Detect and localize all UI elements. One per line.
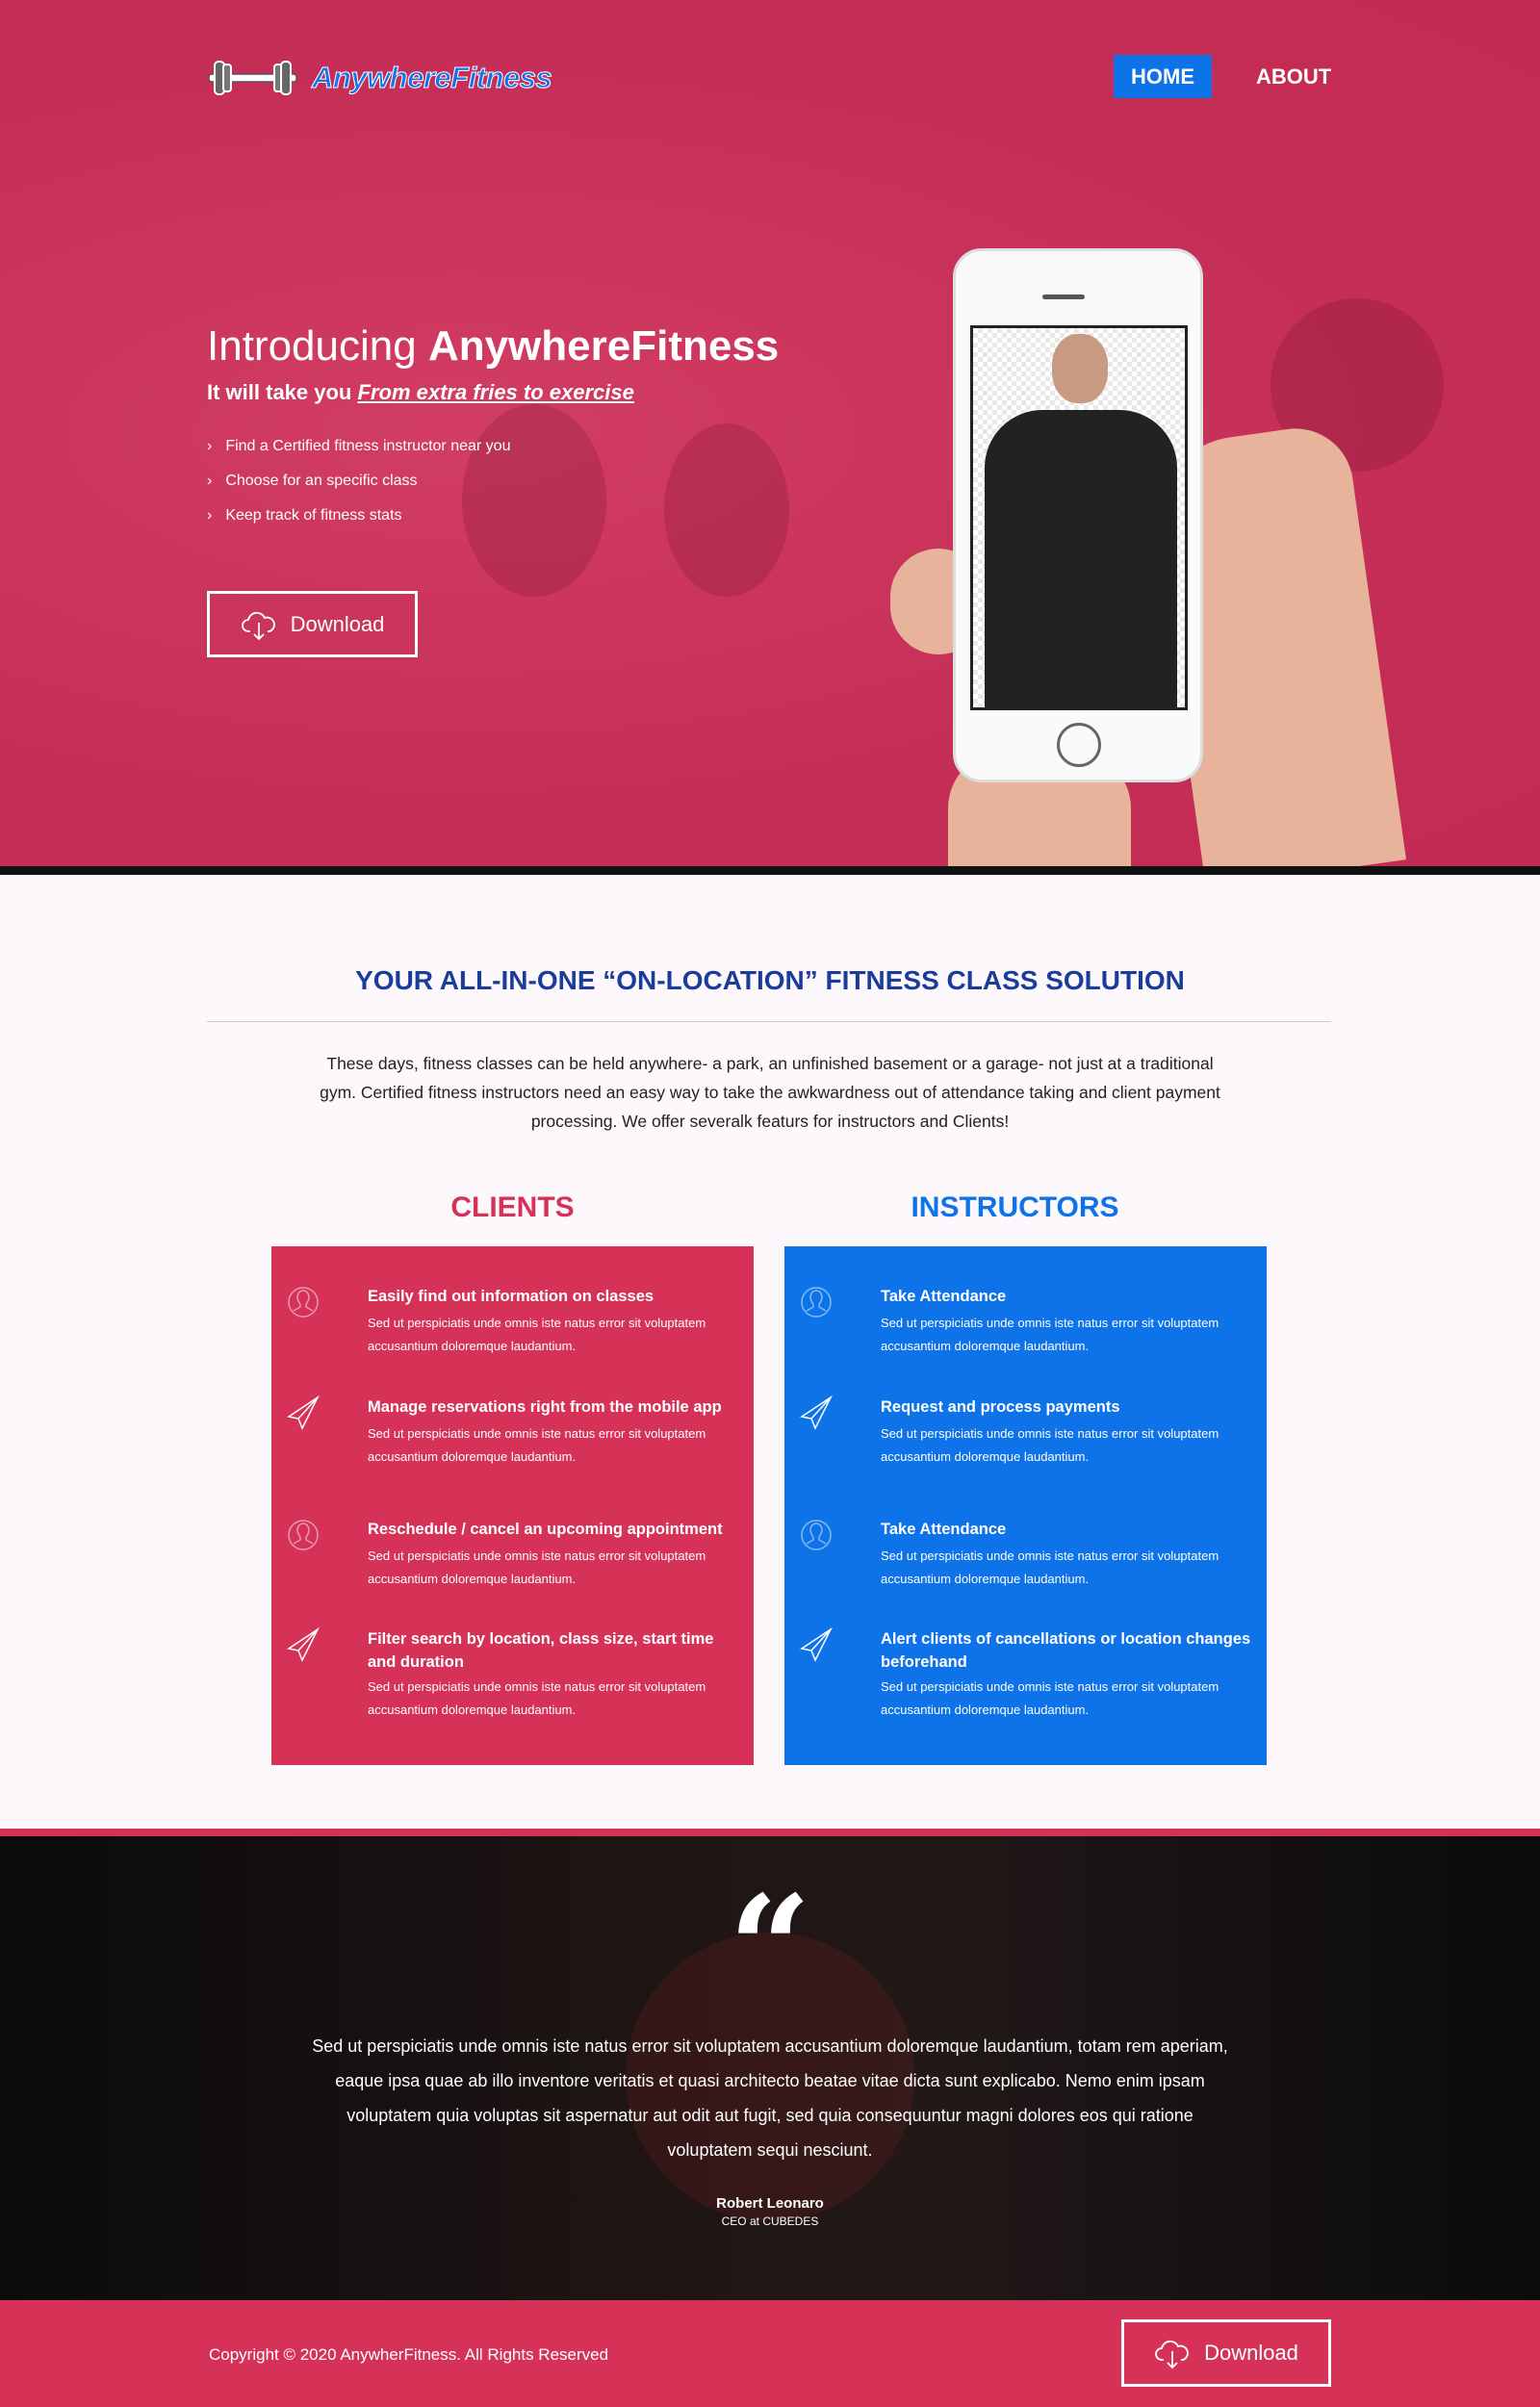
paper-plane-icon — [287, 1626, 320, 1662]
hero-title-bold: AnywhereFitness — [427, 322, 780, 370]
phone-screen — [970, 325, 1188, 710]
feature-text: Sed ut perspiciatis unde omnis iste natu… — [881, 1679, 1219, 1717]
feature-title: Filter search by location, class size, s… — [368, 1630, 714, 1671]
nav-about[interactable]: ABOUT — [1256, 55, 1331, 98]
instructors-heading: INSTRUCTORS — [911, 1191, 1119, 1223]
trainer-body — [985, 410, 1177, 707]
testimonial-role: CEO at CUBEDES — [721, 2215, 819, 2228]
nav-home[interactable]: HOME — [1114, 55, 1212, 98]
hero-feature: › Keep track of fitness stats — [207, 507, 510, 542]
cloud-download-icon — [1155, 2340, 1189, 2369]
chevron-right-icon: › — [207, 473, 213, 489]
logo-text: AnywhereFitness — [311, 61, 552, 95]
feature-text: Sed ut perspiciatis unde omnis iste natu… — [368, 1316, 706, 1353]
instructors-card: Take Attendance Sed ut perspiciatis unde … — [784, 1246, 1267, 1765]
feature-text: Sed ut perspiciatis unde omnis iste natu… — [368, 1549, 706, 1586]
hero-feature: › Find a Certified fitness instructor nea… — [207, 438, 510, 473]
divider — [207, 1021, 1331, 1022]
feature-text: Sed ut perspiciatis unde omnis iste natu… — [368, 1426, 706, 1464]
hero-title: Introducing AnywhereFitness — [207, 322, 779, 371]
hero-title-light: Introducing — [207, 322, 417, 370]
logo[interactable]: AnywhereFitness — [207, 56, 552, 100]
feature-title: Reschedule / cancel an upcoming appointm… — [368, 1521, 723, 1538]
hero-feature-list: › Find a Certified fitness instructor nea… — [207, 438, 510, 542]
subtitle-emphasis: From extra fries to exercise — [357, 380, 634, 404]
feature-text: Sed ut perspiciatis unde omnis iste natu… — [881, 1426, 1219, 1464]
user-icon — [287, 1518, 320, 1552]
hero-section: AnywhereFitness HOME ABOUT Introducing A… — [0, 0, 1540, 866]
testimonial-text: Sed ut perspiciatis unde omnis iste natu… — [312, 2036, 1228, 2160]
hero-feature: › Choose for an specific class — [207, 473, 510, 507]
trainer-head — [1052, 334, 1108, 403]
divider — [0, 866, 1540, 875]
user-icon — [287, 1285, 320, 1319]
kettlebell-bg — [664, 423, 789, 597]
feature-title: Take Attendance — [881, 1521, 1007, 1538]
feature-text: Keep track of fitness stats — [225, 507, 402, 524]
paper-plane-icon — [800, 1626, 833, 1662]
subtitle-prefix: It will take you — [207, 380, 352, 404]
user-icon — [800, 1285, 833, 1319]
dumbbell-icon — [208, 61, 297, 95]
chevron-right-icon: › — [207, 438, 213, 454]
clients-heading: CLIENTS — [450, 1191, 575, 1223]
testimonial-name: Robert Leonaro — [716, 2195, 824, 2212]
feature-text: Sed ut perspiciatis unde omnis iste natu… — [881, 1316, 1219, 1353]
solution-title: YOUR ALL-IN-ONE “ON-LOCATION” FITNESS CL… — [355, 965, 1185, 995]
feature-text: Sed ut perspiciatis unde omnis iste natu… — [368, 1679, 706, 1717]
feature-text: Sed ut perspiciatis unde omnis iste natu… — [881, 1549, 1219, 1586]
user-icon — [800, 1518, 833, 1552]
solution-text: These days, fitness classes can be held … — [320, 1054, 1220, 1131]
cloud-download-icon — [241, 611, 275, 640]
hero-subtitle: It will take you From extra fries to exe… — [207, 380, 634, 405]
copyright: Copyright © 2020 AnywherFitness. All Rig… — [209, 2345, 609, 2364]
feature-title: Request and process payments — [881, 1398, 1120, 1416]
quote-icon: “ — [728, 1864, 812, 2034]
feature-title: Alert clients of cancellations or locati… — [881, 1630, 1251, 1671]
feature-text: Find a Certified fitness instructor near… — [225, 438, 511, 454]
paper-plane-icon — [800, 1395, 833, 1430]
phone-home-button — [1057, 723, 1101, 767]
feature-title: Take Attendance — [881, 1288, 1007, 1305]
feature-title: Easily find out information on classes — [368, 1288, 654, 1305]
feature-title: Manage reservations right from the mobil… — [368, 1398, 722, 1416]
download-label: Download — [1204, 2341, 1298, 2365]
clients-card: Easily find out information on classes Se… — [271, 1246, 754, 1765]
footer-download-button[interactable]: Download — [1121, 2319, 1331, 2387]
chevron-right-icon: › — [207, 507, 213, 524]
paper-plane-icon — [287, 1395, 320, 1430]
download-label: Download — [290, 611, 385, 636]
phone-speaker — [1042, 294, 1085, 299]
phone-mockup — [953, 248, 1203, 782]
hero-download-button[interactable]: Download — [207, 591, 418, 657]
feature-text: Choose for an specific class — [225, 473, 418, 489]
